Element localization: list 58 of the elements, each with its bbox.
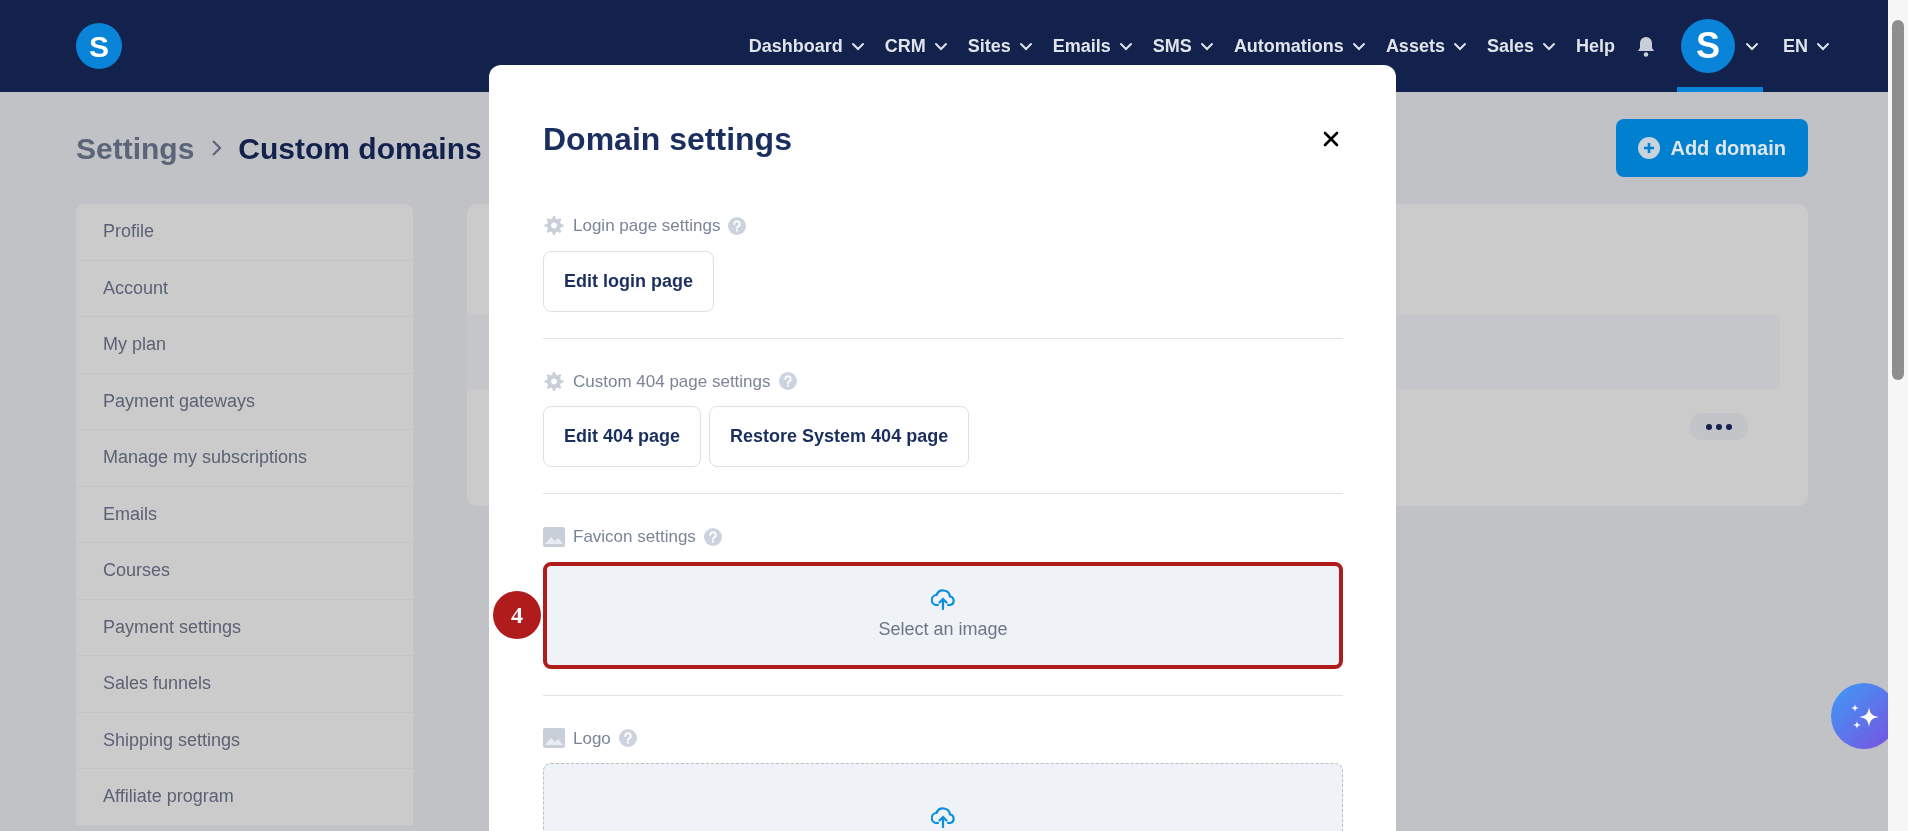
ellipsis-icon [1705, 422, 1733, 431]
upload-icon [931, 805, 955, 828]
chevron-down-icon [1745, 41, 1759, 51]
section-label: Custom 404 page settings [573, 370, 771, 393]
user-menu[interactable]: S [1677, 0, 1763, 92]
add-domain-button[interactable]: Add domain [1616, 119, 1808, 177]
nav-link[interactable]: CRM [884, 32, 948, 60]
nav-link[interactable]: Automations [1233, 32, 1366, 60]
scrollbar-thumb[interactable] [1892, 20, 1904, 380]
chevron-down-icon [1816, 41, 1830, 51]
nav-link[interactable]: Emails [1052, 32, 1133, 60]
section-label: Favicon settings [573, 526, 696, 548]
gear-icon [543, 215, 565, 237]
image-icon [543, 728, 565, 749]
sidebar-item[interactable]: Courses [76, 543, 413, 600]
help-icon [618, 729, 637, 748]
help-icon [703, 527, 722, 546]
logo[interactable]: S [76, 23, 122, 69]
sidebar-item[interactable]: Sales funnels [76, 656, 413, 713]
sidebar-item[interactable]: Payment gateways [76, 373, 413, 430]
sidebar-item[interactable]: Manage my subscriptions [76, 430, 413, 487]
section-label: Logo [573, 727, 611, 750]
bell-icon[interactable] [1635, 35, 1657, 57]
section-label: Login page settings [573, 215, 721, 237]
assistant-button[interactable] [1831, 683, 1888, 749]
nav-link[interactable]: Dashboard [748, 32, 865, 60]
avatar: S [1681, 19, 1735, 73]
nav-link[interactable]: SMS [1152, 32, 1214, 60]
outline-button[interactable]: Edit 404 page [543, 406, 702, 467]
outline-button[interactable]: Edit login page [543, 250, 714, 312]
dialog-title: Domain settings [543, 119, 792, 159]
plus-circle-icon [1638, 137, 1661, 159]
breadcrumb-link[interactable]: Settings [76, 125, 195, 171]
nav-link[interactable]: Sites [967, 32, 1033, 60]
language-selector[interactable]: EN [1783, 32, 1830, 60]
nav-link[interactable]: Help [1575, 32, 1615, 60]
page-title: Custom domains [238, 130, 482, 167]
sidebar-item[interactable]: Emails [76, 486, 413, 543]
more-options-button[interactable] [1690, 413, 1748, 440]
sidebar-item[interactable]: Payment settings [76, 599, 413, 656]
step-badge: 4 [493, 591, 541, 639]
nav-link[interactable]: Assets [1385, 32, 1467, 60]
chevron-right-icon [210, 139, 223, 157]
image-icon [543, 526, 565, 547]
scrollbar[interactable] [1888, 0, 1908, 831]
nav-link[interactable]: Sales [1486, 32, 1556, 60]
sidebar-item[interactable]: Account [76, 260, 413, 317]
dropzone-text: Select an image [878, 617, 1008, 641]
sidebar-item[interactable]: Affiliate program [76, 769, 413, 826]
help-icon [778, 372, 797, 391]
sidebar-item[interactable]: Profile [76, 204, 413, 261]
outline-button[interactable]: Restore System 404 page [709, 406, 970, 467]
upload-icon [931, 587, 955, 610]
sidebar-item[interactable]: My plan [76, 317, 413, 374]
help-icon [728, 216, 747, 235]
sidebar-item[interactable]: Shipping settings [76, 712, 413, 769]
gear-icon [543, 370, 565, 392]
close-icon [1323, 131, 1339, 147]
